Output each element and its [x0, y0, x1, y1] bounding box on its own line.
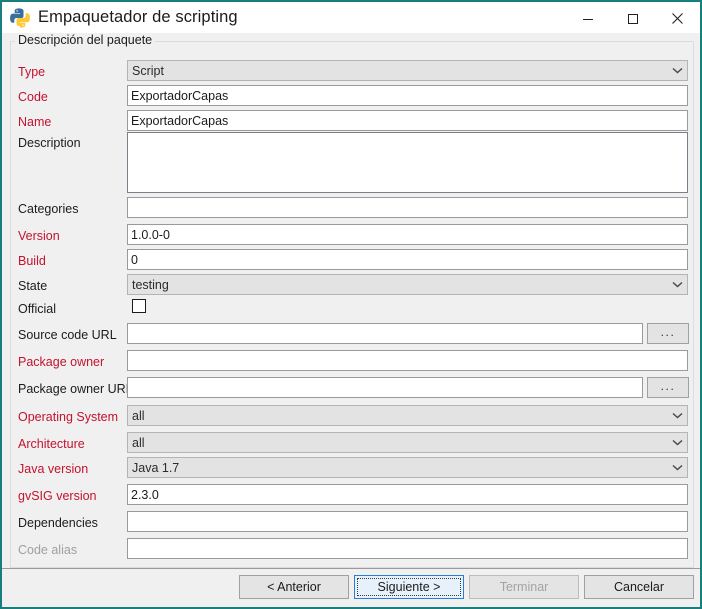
name-input[interactable] [127, 110, 688, 131]
chevron-down-icon [667, 433, 687, 452]
package-owner-url-input[interactable] [127, 377, 643, 398]
categories-input[interactable] [127, 197, 688, 218]
previous-button[interactable]: < Anterior [239, 575, 349, 599]
package-form: Type Script Code Name Description Catego… [2, 33, 700, 568]
state-value: testing [132, 277, 169, 292]
window-title: Empaquetador de scripting [38, 8, 238, 26]
title-bar: Empaquetador de scripting [2, 0, 700, 33]
scripting-packager-dialog: Empaquetador de scripting Descripción de… [0, 0, 702, 609]
label-package-owner: Package owner [18, 355, 105, 369]
label-dependencies: Dependencies [18, 516, 98, 530]
label-official: Official [18, 302, 56, 316]
type-combobox[interactable]: Script [127, 60, 688, 81]
operating-system-combobox[interactable]: all [127, 405, 688, 426]
version-input[interactable] [127, 224, 688, 245]
description-textarea[interactable] [127, 132, 688, 193]
label-code: Code [18, 90, 48, 104]
chevron-down-icon [667, 61, 687, 80]
java-version-value: Java 1.7 [132, 460, 180, 475]
label-package-owner-url: Package owner URL [18, 382, 133, 396]
operating-system-value: all [132, 408, 145, 423]
chevron-down-icon [667, 275, 687, 294]
label-description: Description [18, 136, 81, 150]
build-input[interactable] [127, 249, 688, 270]
chevron-down-icon [667, 406, 687, 425]
label-source-code-url: Source code URL [18, 328, 117, 342]
label-build: Build [18, 254, 46, 268]
label-version: Version [18, 229, 60, 243]
label-type: Type [18, 65, 46, 79]
code-alias-input[interactable] [127, 538, 688, 559]
label-code-alias: Code alias [18, 543, 78, 557]
minimize-icon[interactable] [565, 2, 610, 35]
architecture-value: all [132, 435, 145, 450]
window-controls [565, 2, 700, 35]
label-architecture: Architecture [18, 437, 85, 451]
next-button[interactable]: Siguiente > [354, 575, 464, 599]
label-operating-system: Operating System [18, 410, 119, 424]
code-input[interactable] [127, 85, 688, 106]
label-java-version: Java version [18, 462, 89, 476]
finish-button: Terminar [469, 575, 579, 599]
source-code-url-browse-button[interactable]: ... [647, 323, 689, 344]
cancel-button[interactable]: Cancelar [584, 575, 694, 599]
close-icon[interactable] [655, 2, 700, 35]
label-name: Name [18, 115, 52, 129]
label-gvsig-version: gvSIG version [18, 489, 97, 503]
python-logo-icon [9, 7, 31, 29]
label-categories: Categories [18, 202, 79, 216]
dialog-button-bar: < Anterior Siguiente > Terminar Cancelar [2, 568, 700, 607]
dependencies-input[interactable] [127, 511, 688, 532]
source-code-url-input[interactable] [127, 323, 643, 344]
type-value: Script [132, 63, 164, 78]
chevron-down-icon [667, 458, 687, 477]
package-owner-input[interactable] [127, 350, 688, 371]
label-state: State [18, 279, 48, 293]
state-combobox[interactable]: testing [127, 274, 688, 295]
gvsig-version-input[interactable] [127, 484, 688, 505]
maximize-icon[interactable] [610, 2, 655, 35]
package-owner-url-browse-button[interactable]: ... [647, 377, 689, 398]
architecture-combobox[interactable]: all [127, 432, 688, 453]
java-version-combobox[interactable]: Java 1.7 [127, 457, 688, 478]
official-checkbox[interactable] [132, 299, 146, 313]
